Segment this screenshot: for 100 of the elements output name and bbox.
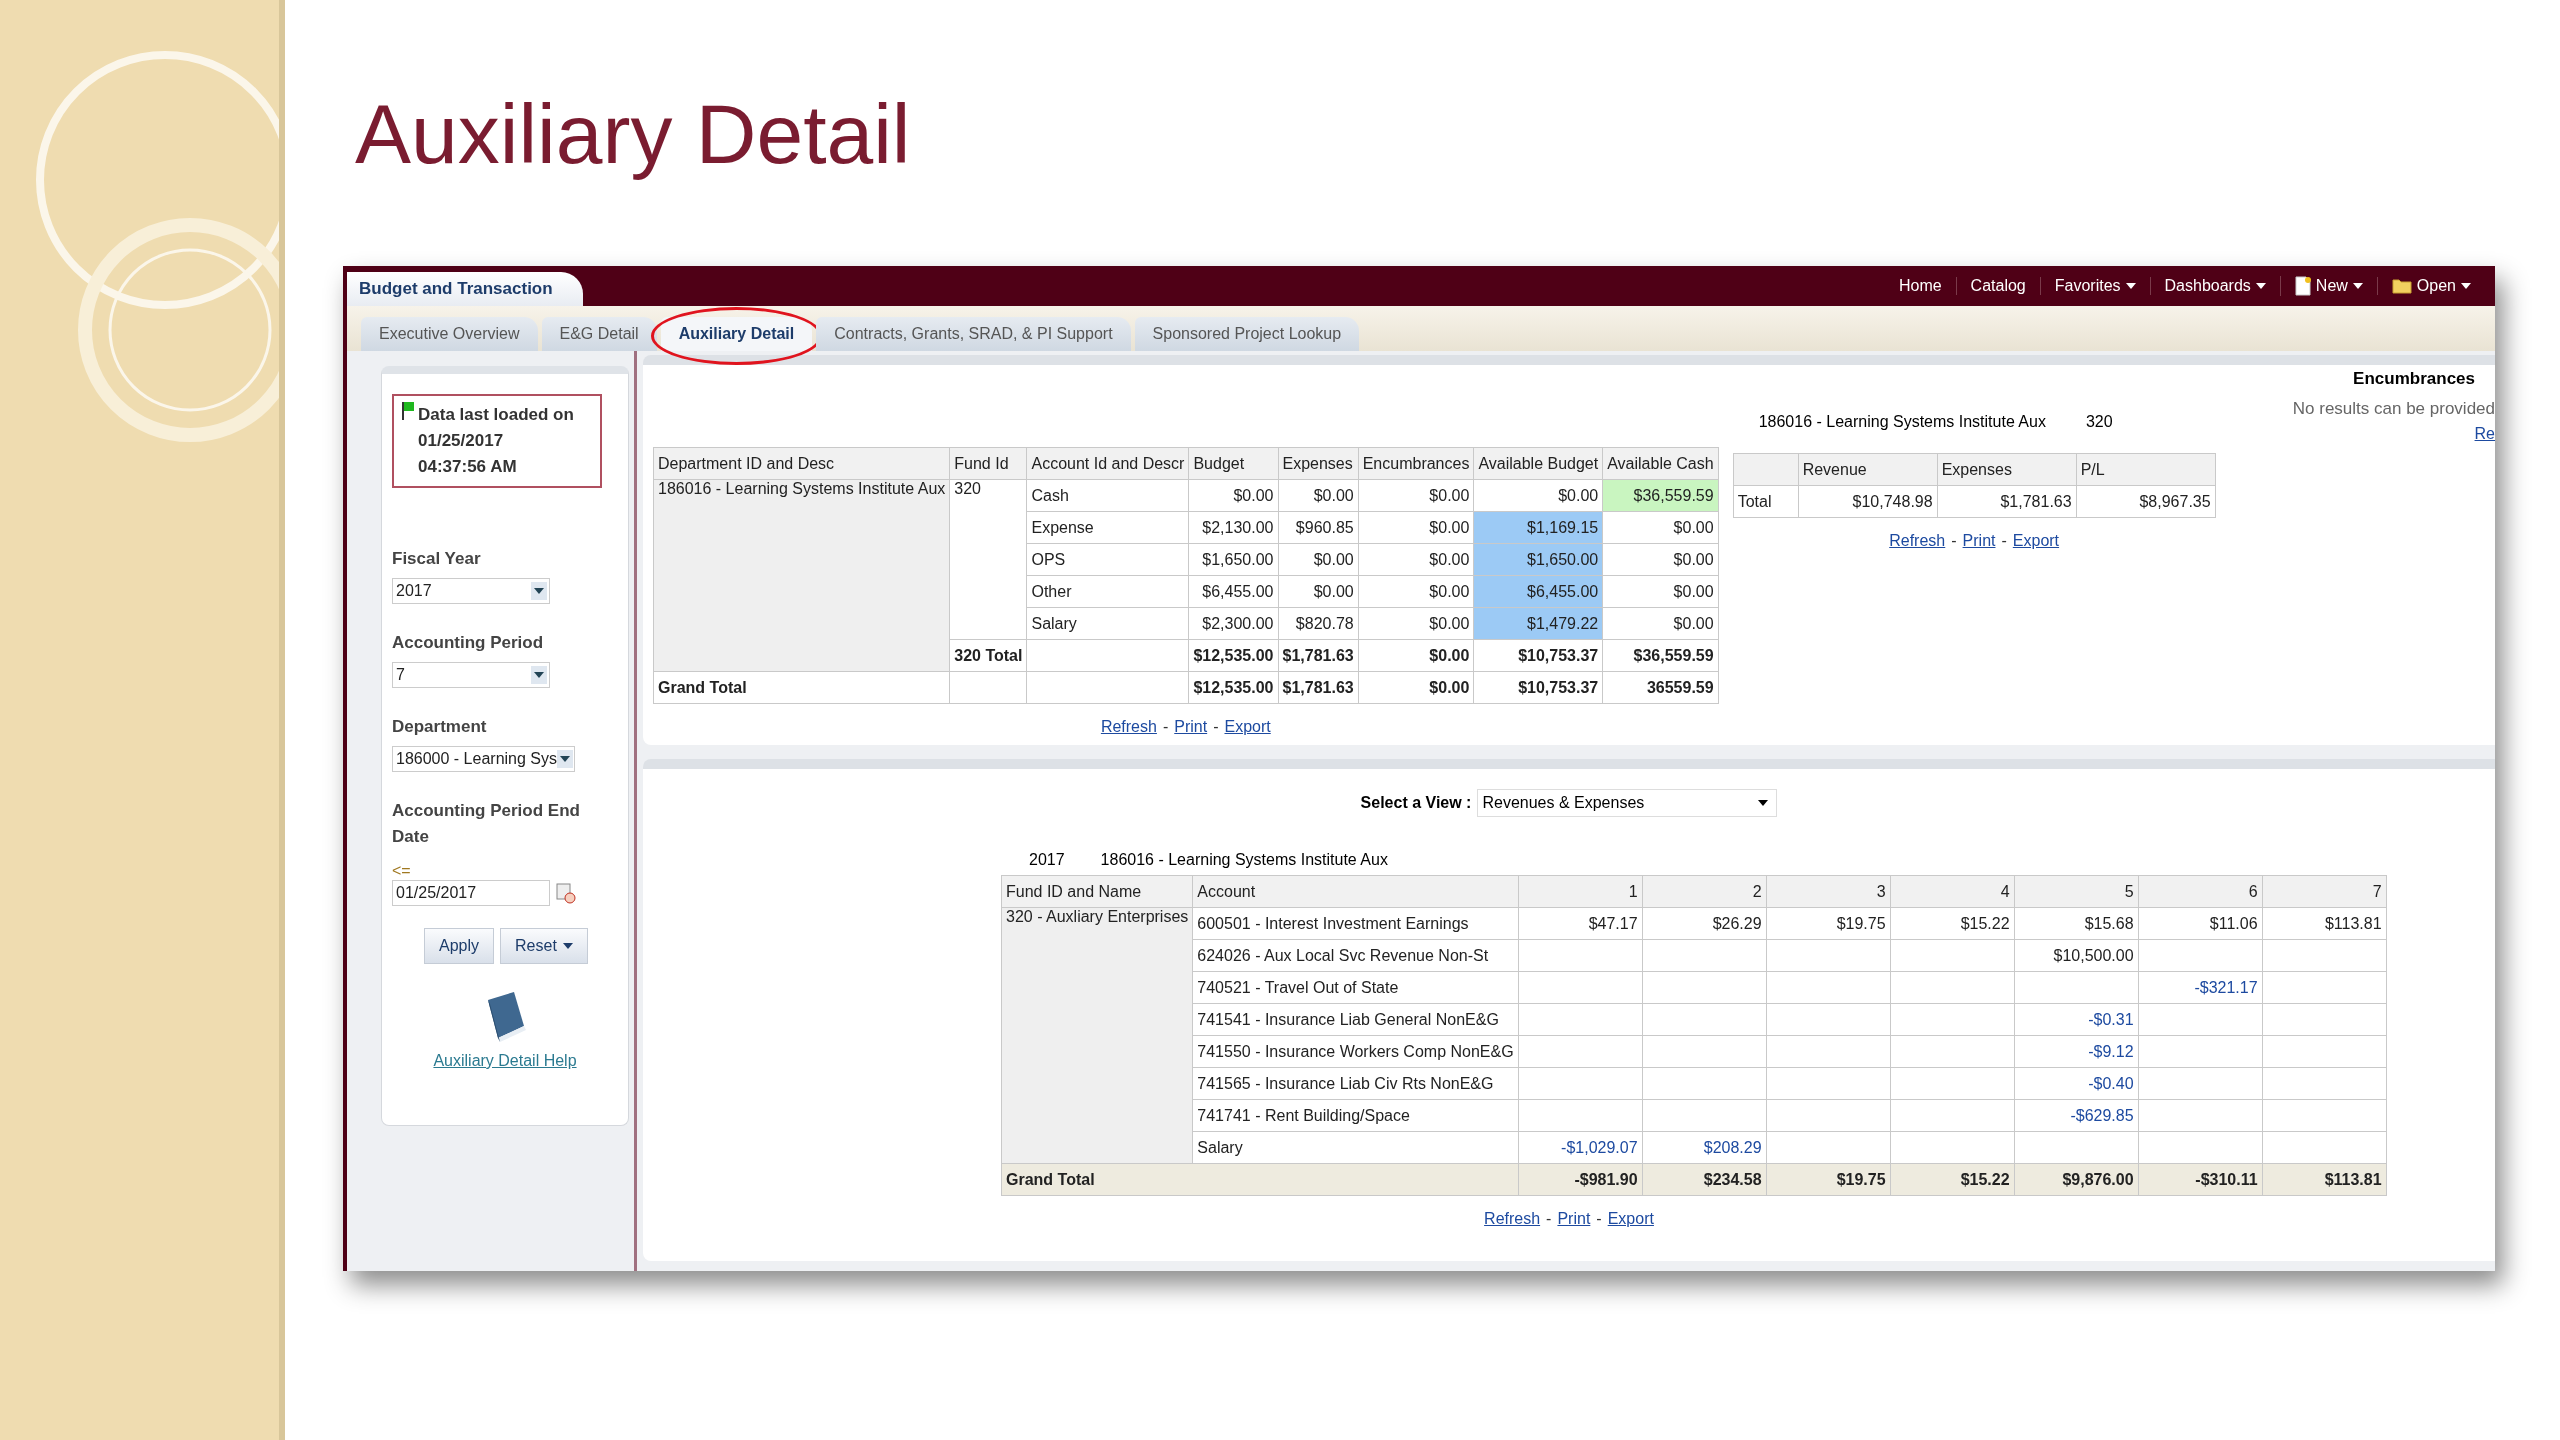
table-cell: $0.00 <box>1473 479 1603 512</box>
table-cell: $9,876.00 <box>2014 1163 2139 1196</box>
nav-item[interactable]: Catalog <box>1955 277 2040 295</box>
link[interactable]: Export <box>2012 532 2060 550</box>
view-label: Select a View : <box>1360 794 1472 812</box>
filter-label: Department <box>392 716 488 738</box>
table-cell: $1,650.00 <box>1473 543 1603 576</box>
table-cell: $10,748.98 <box>1798 485 1938 518</box>
table-cell: $960.85 <box>1278 511 1359 544</box>
table-cell: $0.00 <box>1358 479 1474 512</box>
dropdown[interactable]: 186000 - Learning Sys <box>392 746 575 772</box>
link[interactable]: Print <box>1557 1210 1591 1228</box>
tab[interactable]: Sponsored Project Lookup <box>1134 317 1360 351</box>
column-header: P/L <box>2076 453 2216 486</box>
dropdown[interactable]: 7 <box>392 662 550 688</box>
department-label: 186016 - Learning Systems Institute Aux <box>1758 413 2046 431</box>
table-cell: $47.17 <box>1518 907 1643 940</box>
table-cell: $8,967.35 <box>2076 485 2216 518</box>
table-cell: $0.00 <box>1358 575 1474 608</box>
table-cell: $0.00 <box>1278 543 1359 576</box>
link[interactable]: Export <box>1224 718 1271 736</box>
table-cell: Salary <box>1026 607 1189 640</box>
nav-item[interactable]: Open <box>2376 277 2485 295</box>
apply-button[interactable]: Apply <box>424 928 495 964</box>
table-cell: $36,559.59 <box>1602 639 1719 672</box>
link[interactable]: Refresh <box>1889 532 1946 550</box>
table-cell: 740521 - Travel Out of State <box>1192 971 1519 1004</box>
caret-icon <box>2255 283 2266 289</box>
tab[interactable]: Auxiliary Detail <box>660 317 813 351</box>
table-cell: $113.81 <box>2262 907 2387 940</box>
link-separator: - <box>1546 1210 1552 1228</box>
column-header: Fund Id <box>949 447 1027 480</box>
table-cell: $11.06 <box>2138 907 2263 940</box>
tab[interactable]: E&G Detail <box>541 317 657 351</box>
table-cell: $1,781.63 <box>1278 639 1359 672</box>
nav-item[interactable]: New <box>2279 276 2377 296</box>
department-label: 186016 - Learning Systems Institute Aux <box>1100 851 1388 869</box>
link[interactable]: Refresh <box>1100 718 1157 736</box>
table-cell: $1,650.00 <box>1188 543 1278 576</box>
link[interactable]: Print <box>1962 532 1996 550</box>
tab[interactable]: Contracts, Grants, SRAD, & PI Support <box>816 317 1131 351</box>
table-cell: $1,781.63 <box>1937 485 2077 518</box>
nav-item[interactable]: Home <box>1884 277 1956 295</box>
table-cell: $0.00 <box>1188 479 1278 512</box>
fund-label: 320 <box>2085 413 2113 431</box>
table-cell: Total <box>1733 485 1799 518</box>
operator-label: <= <box>392 862 411 880</box>
table-cell: $2,300.00 <box>1188 607 1278 640</box>
column-header: Department ID and Desc <box>653 447 950 480</box>
table-cell: Salary <box>1192 1131 1519 1164</box>
year-label: 2017 <box>1029 851 1065 869</box>
table-cell[interactable]: -$9.12 <box>2014 1035 2139 1068</box>
folder-icon <box>2391 278 2412 294</box>
table-cell[interactable]: -$629.85 <box>2014 1099 2139 1132</box>
date-field[interactable]: 01/25/2017 <box>392 880 550 906</box>
link[interactable]: Export <box>1607 1210 1654 1228</box>
table-cell: $0.00 <box>1278 575 1359 608</box>
menu-button[interactable]: Reset <box>500 928 588 964</box>
link-separator: - <box>2001 532 2007 550</box>
column-header: 4 <box>1890 875 2015 908</box>
table-cell[interactable]: -$0.40 <box>2014 1067 2139 1100</box>
nav-item[interactable]: Favorites <box>2039 277 2150 295</box>
table-cell: $0.00 <box>1358 639 1474 672</box>
table-cell[interactable]: -$0.31 <box>2014 1003 2139 1036</box>
table-cell: $0.00 <box>1358 607 1474 640</box>
dropdown[interactable]: 2017 <box>392 578 550 604</box>
table-cell[interactable]: -$1,029.07 <box>1518 1131 1643 1164</box>
nav-item[interactable]: Dashboards <box>2149 277 2280 295</box>
status-text: Data last loaded on 01/25/2017 04:37:56 AM <box>418 404 574 478</box>
table-cell: $0.00 <box>1358 671 1474 704</box>
column-header: 1 <box>1518 875 1643 908</box>
view-dropdown[interactable]: Revenues & Expenses <box>1477 789 1778 817</box>
column-header: 5 <box>2014 875 2139 908</box>
link[interactable]: Print <box>1174 718 1208 736</box>
table-cell: $26.29 <box>1642 907 1767 940</box>
column-header: 3 <box>1766 875 1891 908</box>
tab[interactable]: Executive Overview <box>361 317 538 351</box>
table-cell: 741541 - Insurance Liab General NonE&G <box>1192 1003 1519 1036</box>
link[interactable]: Refresh <box>1484 1210 1541 1228</box>
app-title: Budget and Transaction <box>347 272 583 306</box>
table-cell: $19.75 <box>1766 907 1891 940</box>
table-cell: -$981.90 <box>1518 1163 1643 1196</box>
table-cell: $15.22 <box>1890 907 2015 940</box>
table-cell[interactable]: -$321.17 <box>2138 971 2263 1004</box>
link-separator: - <box>1213 718 1219 736</box>
column-header: 2 <box>1642 875 1767 908</box>
table-cell: $113.81 <box>2262 1163 2387 1196</box>
table-cell[interactable]: $208.29 <box>1642 1131 1767 1164</box>
caret-icon <box>2352 283 2363 289</box>
table-cell: $1,169.15 <box>1473 511 1603 544</box>
caret-icon <box>560 756 570 762</box>
caret-icon <box>2461 283 2471 289</box>
help-link[interactable]: Auxiliary Detail Help <box>433 1052 577 1070</box>
table-cell: Grand Total <box>1001 1163 1519 1196</box>
table-cell: -$310.11 <box>2138 1163 2263 1196</box>
column-header: Encumbrances <box>1358 447 1474 480</box>
link[interactable]: Re <box>2474 425 2495 443</box>
column-header: Expenses <box>1937 453 2077 486</box>
table-cell: $12,535.00 <box>1188 671 1278 704</box>
table-cell: 624026 - Aux Local Svc Revenue Non-St <box>1192 939 1519 972</box>
